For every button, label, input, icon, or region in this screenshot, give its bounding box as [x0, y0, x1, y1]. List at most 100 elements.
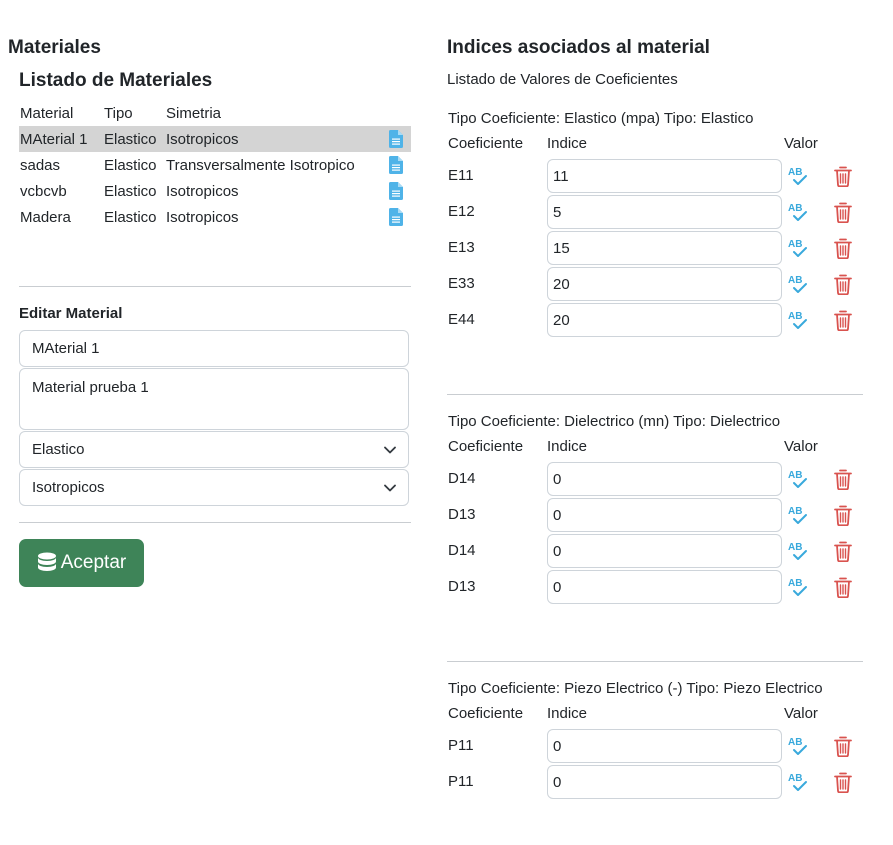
svg-text:AB: AB — [788, 506, 802, 517]
chevron-down-icon — [384, 446, 396, 453]
header-indice: Indice — [547, 438, 588, 455]
coefficient-group-title: Tipo Coeficiente: Elastico (mpa) Tipo: E… — [448, 110, 754, 127]
trash-icon[interactable] — [834, 238, 852, 260]
trash-icon[interactable] — [834, 469, 852, 491]
tipo-cell: Elastico — [104, 156, 157, 174]
coefficient-value-input[interactable] — [547, 498, 782, 532]
trash-icon[interactable] — [834, 541, 852, 563]
spellcheck-icon[interactable]: AB — [788, 468, 808, 490]
column-header-actions — [386, 100, 411, 126]
coefficient-value-input[interactable] — [547, 231, 782, 265]
coefficient-label: P11 — [448, 737, 474, 754]
document-icon[interactable] — [389, 182, 403, 201]
spellcheck-icon[interactable]: AB — [788, 237, 808, 259]
spellcheck-icon[interactable]: AB — [788, 504, 808, 526]
coefficient-value-input[interactable] — [547, 303, 782, 337]
materials-table: Material Tipo Simetria MAterial 1 Elastic… — [19, 100, 411, 230]
edit-material-label: Editar Material — [19, 305, 123, 322]
coefficient-label: E11 — [448, 167, 474, 184]
header-valor: Valor — [784, 705, 818, 722]
coefficient-group-title: Tipo Coeficiente: Dielectrico (mn) Tipo:… — [448, 413, 781, 430]
material-cell: Madera — [20, 208, 71, 226]
material-cell: vcbcvb — [20, 182, 67, 200]
coefficient-value-input[interactable] — [547, 159, 782, 193]
coefficient-label: D14 — [448, 542, 476, 559]
accept-button[interactable]: Aceptar — [19, 539, 144, 587]
trash-icon[interactable] — [834, 736, 852, 758]
divider — [19, 522, 411, 523]
trash-icon[interactable] — [834, 577, 852, 599]
trash-icon[interactable] — [834, 166, 852, 188]
coefficient-value-input[interactable] — [547, 534, 782, 568]
trash-icon[interactable] — [834, 772, 852, 794]
spellcheck-icon[interactable]: AB — [788, 735, 808, 757]
spellcheck-icon[interactable]: AB — [788, 201, 808, 223]
trash-icon[interactable] — [834, 202, 852, 224]
coefficient-label: E13 — [448, 239, 475, 256]
indices-subtitle: Listado de Valores de Coeficientes — [447, 71, 678, 88]
coefficient-value-input[interactable] — [547, 462, 782, 496]
action-cell — [386, 152, 411, 178]
spellcheck-icon[interactable]: AB — [788, 576, 808, 598]
header-indice: Indice — [547, 705, 588, 722]
svg-text:AB: AB — [788, 578, 802, 589]
tipo-select[interactable]: Elastico — [19, 431, 409, 468]
material-description-textarea[interactable]: Material prueba 1 — [19, 368, 409, 430]
document-icon[interactable] — [389, 130, 403, 149]
document-icon[interactable] — [389, 156, 403, 175]
table-row[interactable]: vcbcvb Elastico Isotropicos — [19, 178, 411, 204]
svg-text:AB: AB — [788, 275, 802, 286]
spellcheck-icon[interactable]: AB — [788, 771, 808, 793]
tipo-cell: Elastico — [104, 208, 157, 226]
trash-icon[interactable] — [834, 274, 852, 296]
coefficient-label: E33 — [448, 275, 475, 292]
indices-title: Indices asociados al material — [447, 37, 710, 58]
spellcheck-icon[interactable]: AB — [788, 165, 808, 187]
coefficient-value-input[interactable] — [547, 570, 782, 604]
svg-text:AB: AB — [788, 542, 802, 553]
trash-icon[interactable] — [834, 310, 852, 332]
material-name-input[interactable] — [19, 330, 409, 367]
header-coeficiente: Coeficiente — [448, 705, 524, 722]
svg-text:AB: AB — [788, 737, 802, 748]
coefficient-value-input[interactable] — [547, 195, 782, 229]
header-valor: Valor — [784, 135, 818, 152]
spellcheck-icon[interactable]: AB — [788, 273, 808, 295]
simetria-select[interactable]: Isotropicos — [19, 469, 409, 506]
table-row[interactable]: MAterial 1 Elastico Isotropicos — [19, 126, 411, 152]
action-cell — [386, 178, 411, 204]
document-icon[interactable] — [389, 208, 403, 227]
table-row[interactable]: sadas Elastico Transversalmente Isotropico — [19, 152, 411, 178]
chevron-down-icon — [384, 484, 396, 491]
coefficient-value-input[interactable] — [547, 729, 782, 763]
svg-text:AB: AB — [788, 203, 802, 214]
coefficient-label: E44 — [448, 311, 475, 328]
header-indice: Indice — [547, 135, 588, 152]
divider — [19, 286, 411, 287]
trash-icon[interactable] — [834, 505, 852, 527]
spellcheck-icon[interactable]: AB — [788, 309, 808, 331]
materials-table-header: Material Tipo Simetria — [19, 100, 411, 126]
tipo-cell: Elastico — [104, 182, 157, 200]
material-cell: sadas — [20, 156, 61, 174]
divider — [447, 661, 863, 662]
header-coeficiente: Coeficiente — [448, 438, 524, 455]
svg-text:AB: AB — [788, 167, 802, 178]
header-valor: Valor — [784, 438, 818, 455]
accept-button-label: Aceptar — [60, 552, 127, 573]
coefficient-value-input[interactable] — [547, 765, 782, 799]
tipo-cell: Elastico — [103, 126, 165, 152]
column-header-simetria: Simetria — [166, 104, 222, 122]
coefficient-value-input[interactable] — [547, 267, 782, 301]
coefficient-label: P11 — [448, 773, 474, 790]
spellcheck-icon[interactable]: AB — [788, 540, 808, 562]
coefficient-label: E12 — [448, 203, 475, 220]
simetria-select-value: Isotropicos — [32, 479, 105, 496]
page-title: Materiales — [8, 37, 101, 58]
simetria-cell: Isotropicos — [166, 208, 239, 226]
materials-list-title: Listado de Materiales — [19, 70, 213, 91]
simetria-cell: Isotropicos — [166, 182, 239, 200]
header-coeficiente: Coeficiente — [448, 135, 524, 152]
simetria-cell: Transversalmente Isotropico — [166, 156, 355, 174]
table-row[interactable]: Madera Elastico Isotropicos — [19, 204, 411, 230]
